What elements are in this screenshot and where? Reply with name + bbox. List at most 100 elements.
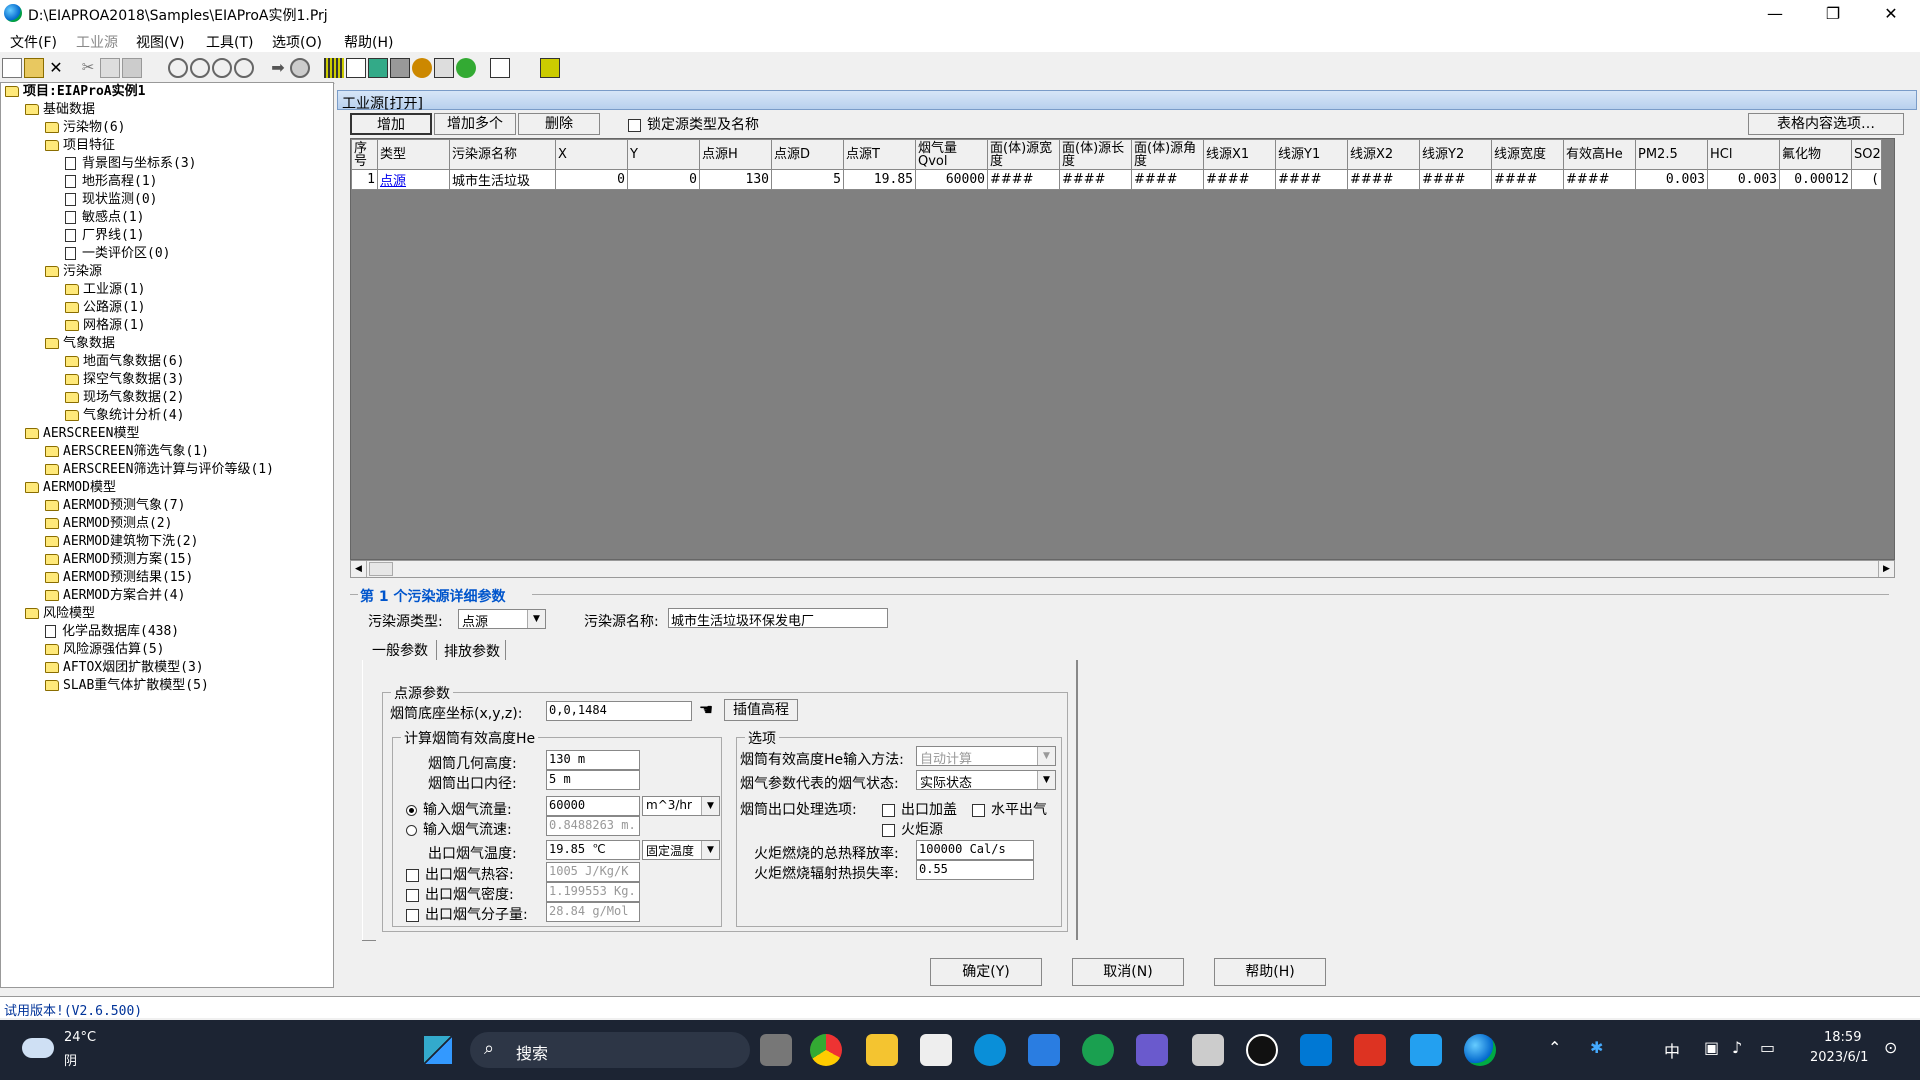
tree-node[interactable]: 背景图与坐标系(3) — [65, 155, 196, 173]
minimize-button[interactable]: — — [1752, 0, 1798, 28]
paste-icon[interactable] — [122, 58, 142, 78]
edge-dev-icon[interactable] — [1082, 1034, 1114, 1066]
column-header[interactable]: 线源Y1 — [1275, 139, 1348, 170]
source-name-input[interactable]: 城市生活垃圾环保发电厂 — [668, 608, 888, 628]
scroll-right-icon[interactable]: ▶ — [1878, 561, 1894, 577]
density-checkbox[interactable]: 出口烟气密度: — [406, 884, 514, 904]
tree-node[interactable]: 厂界线(1) — [65, 227, 144, 245]
new-icon[interactable] — [2, 58, 22, 78]
exit-icon[interactable] — [540, 58, 560, 78]
density-input[interactable]: 1.199553 Kg. — [546, 882, 640, 902]
grid-horizontal-scrollbar[interactable]: ◀ ▶ — [350, 560, 1895, 578]
table-cell[interactable]: #### — [1491, 169, 1564, 190]
column-header[interactable]: 类型 — [377, 139, 450, 170]
column-header[interactable]: 线源X2 — [1347, 139, 1420, 170]
column-header[interactable]: 氟化物 — [1779, 139, 1852, 170]
flow-radio[interactable]: 输入烟气流量: — [406, 799, 512, 819]
tree-node[interactable]: AERMOD建筑物下洗(2) — [45, 533, 198, 551]
molwt-input[interactable]: 28.84 g/Mol — [546, 902, 640, 922]
column-header[interactable]: HCl — [1707, 139, 1780, 170]
tab-emission[interactable]: 排放参数 — [444, 641, 500, 661]
open-icon[interactable] — [24, 58, 44, 78]
bing-icon[interactable] — [1300, 1034, 1332, 1066]
he-method-select[interactable]: 自动计算 ▼ — [916, 746, 1056, 766]
delete-x-icon[interactable]: ✕ — [46, 58, 66, 78]
column-header[interactable]: 面(体)源长度 — [1059, 139, 1132, 170]
table-options-button[interactable]: 表格内容选项… — [1748, 113, 1904, 135]
notification-icon[interactable]: ⊙ — [1884, 1038, 1897, 1057]
table-row[interactable]: 1 点源 城市生活垃圾 0 0 130 5 19.85 60000 #### #### #### ###… — [351, 169, 1882, 190]
tree-node[interactable]: 地形高程(1) — [65, 173, 157, 191]
table-cell[interactable]: 60000 — [915, 169, 988, 190]
arrow-right-icon[interactable]: ➡ — [268, 58, 288, 78]
tree-node[interactable]: 基础数据 — [25, 101, 95, 119]
table-cell[interactable]: #### — [1275, 169, 1348, 190]
gas-state-select[interactable]: 实际状态 ▼ — [916, 770, 1056, 790]
eiaproa-taskbar-icon[interactable] — [1464, 1034, 1496, 1066]
clock-date[interactable]: 2023/6/1 — [1810, 1050, 1868, 1065]
tree-node[interactable]: AERMOD预测结果(15) — [45, 569, 193, 587]
menu-view[interactable]: 视图(V) — [136, 32, 185, 52]
cancel-button[interactable]: 取消(N) — [1072, 958, 1184, 986]
table-cell[interactable]: #### — [1563, 169, 1636, 190]
table-cell[interactable]: #### — [1347, 169, 1420, 190]
tree-node[interactable]: 现状监测(0) — [65, 191, 157, 209]
weather-temp[interactable]: 24°C — [64, 1030, 96, 1045]
scroll-left-icon[interactable]: ◀ — [351, 561, 367, 577]
tree-node[interactable]: 化学品数据库(438) — [45, 623, 179, 641]
menu-tools[interactable]: 工具(T) — [206, 32, 253, 52]
tree-node[interactable]: 敏感点(1) — [65, 209, 144, 227]
tree-node[interactable]: AERMOD预测点(2) — [45, 515, 172, 533]
lock-type-checkbox[interactable]: 锁定源类型及名称 — [628, 114, 759, 134]
zoom-in-icon[interactable] — [168, 58, 188, 78]
column-header[interactable]: 点源D — [771, 139, 844, 170]
flow-unit-select[interactable]: m^3/hr ▼ — [642, 796, 720, 816]
heatcap-input[interactable]: 1005 J/Kg/K — [546, 862, 640, 882]
qq-icon[interactable] — [1246, 1034, 1278, 1066]
file-explorer-icon[interactable] — [866, 1034, 898, 1066]
wps-icon[interactable] — [1354, 1034, 1386, 1066]
cap-checkbox[interactable]: 出口加盖 — [882, 799, 957, 819]
temp-input[interactable]: 19.85 ℃ — [546, 840, 640, 860]
velocity-input[interactable]: 0.8488263 m. — [546, 816, 640, 836]
base-coord-input[interactable]: 0,0,1484 — [546, 701, 692, 721]
chart-icon[interactable] — [346, 58, 366, 78]
flare-checkbox[interactable]: 火炬源 — [882, 819, 943, 839]
tree-node[interactable]: 一类评价区(0) — [65, 245, 170, 263]
grid-table-icon[interactable] — [324, 58, 344, 78]
table-cell[interactable]: 5 — [771, 169, 844, 190]
edge-icon[interactable] — [974, 1034, 1006, 1066]
properties-icon[interactable] — [490, 58, 510, 78]
delete-button[interactable]: 删除 — [518, 113, 600, 135]
maximize-button[interactable]: ❐ — [1810, 0, 1856, 28]
tree-node[interactable]: AERSCREEN筛选计算与评价等级(1) — [45, 461, 274, 479]
app-icon[interactable] — [1136, 1034, 1168, 1066]
table-cell[interactable]: 1 — [351, 169, 378, 190]
column-header[interactable]: 烟气量Qvol — [915, 139, 988, 170]
tree-node[interactable]: 项目特征 — [45, 137, 115, 155]
table-cell[interactable]: 0.00012 — [1779, 169, 1852, 190]
tree-node[interactable]: 公路源(1) — [65, 299, 145, 317]
windows-start-icon[interactable] — [424, 1036, 452, 1064]
velocity-radio[interactable]: 输入烟气流速: — [406, 819, 512, 839]
source-grid[interactable]: 序号 类型 污染源名称 X Y 点源H 点源D 点源T 烟气量Qvol 面(体)源宽度 面(体)源长… — [350, 138, 1895, 560]
volume-icon[interactable]: ♪ — [1732, 1038, 1742, 1057]
column-header[interactable]: 序号 — [351, 139, 378, 170]
ime-indicator[interactable]: 中 — [1664, 1038, 1680, 1062]
tree-node[interactable]: 气象统计分析(4) — [65, 407, 184, 425]
tree-node[interactable]: AERMOD预测方案(15) — [45, 551, 193, 569]
add-many-button[interactable]: 增加多个 — [434, 113, 516, 135]
tree-node[interactable]: 污染物(6) — [45, 119, 125, 137]
heatcap-checkbox[interactable]: 出口烟气热容: — [406, 864, 514, 884]
table-cell[interactable]: 0 — [555, 169, 628, 190]
column-header[interactable]: 点源H — [699, 139, 772, 170]
battery-icon[interactable]: ▭ — [1760, 1038, 1775, 1057]
zoom-window-icon[interactable] — [234, 58, 254, 78]
zoom-out-icon[interactable] — [190, 58, 210, 78]
tree-node[interactable]: 气象数据 — [45, 335, 115, 353]
table-cell[interactable]: #### — [1059, 169, 1132, 190]
todo-icon[interactable] — [1028, 1034, 1060, 1066]
globe-tool-icon[interactable] — [456, 58, 476, 78]
print-icon[interactable] — [390, 58, 410, 78]
table-cell[interactable]: #### — [1131, 169, 1204, 190]
